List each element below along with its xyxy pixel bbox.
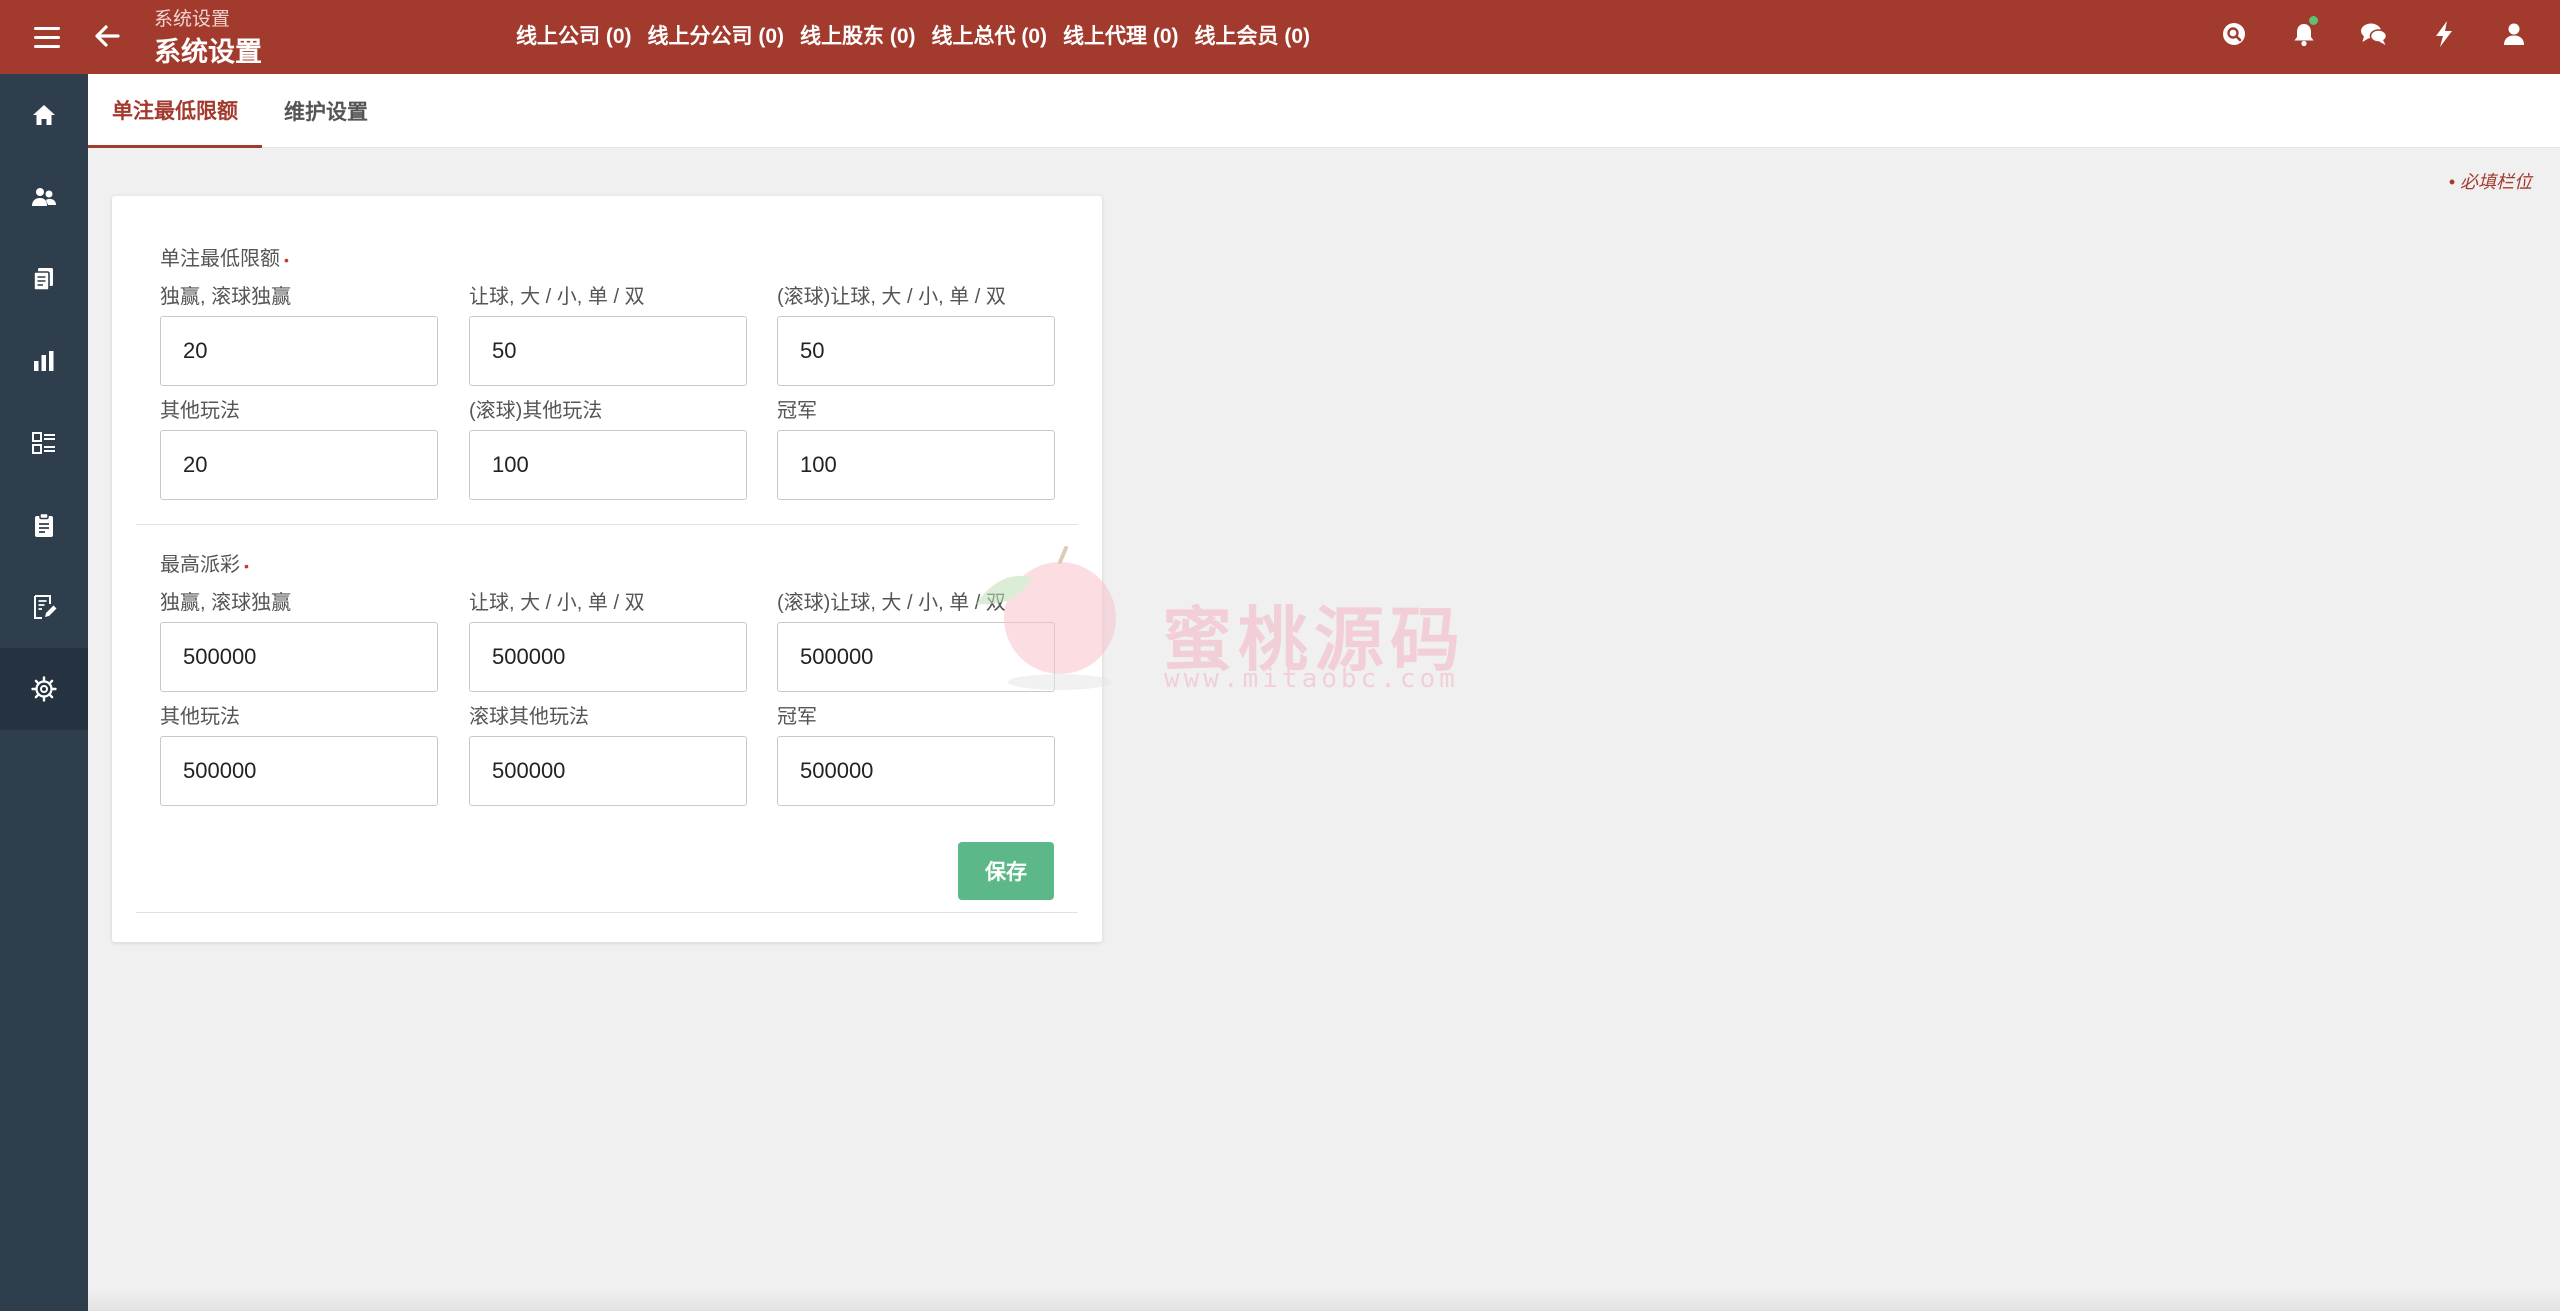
page-title: 系统设置 bbox=[154, 37, 262, 67]
min-bet-other-input[interactable] bbox=[160, 430, 438, 500]
sidebar-item-notes[interactable] bbox=[0, 566, 88, 648]
max-payout-live-handicap-input[interactable] bbox=[777, 622, 1055, 692]
online-general-agent-link[interactable]: 线上总代 (0) bbox=[932, 20, 1048, 50]
max-payout-live-other-input[interactable] bbox=[469, 736, 747, 806]
tab-min-bet-limit[interactable]: 单注最低限额 bbox=[88, 74, 262, 148]
max-payout-moneyline-input[interactable] bbox=[160, 622, 438, 692]
online-counters: 线上公司 (0) 线上分公司 (0) 线上股东 (0) 线上总代 (0) 线上代… bbox=[516, 20, 1310, 50]
online-shareholder-link[interactable]: 线上股东 (0) bbox=[800, 20, 916, 50]
field-label: 冠军 bbox=[777, 706, 817, 728]
home-icon bbox=[33, 105, 55, 125]
online-member-link[interactable]: 线上会员 (0) bbox=[1195, 20, 1311, 50]
online-company-link[interactable]: 线上公司 (0) bbox=[516, 20, 632, 50]
user-icon[interactable] bbox=[2494, 14, 2534, 54]
section-title-min-bet: 单注最低限额 • bbox=[160, 248, 289, 270]
field-label: 滚球其他玩法 bbox=[469, 706, 589, 728]
max-payout-champion-input[interactable] bbox=[777, 736, 1055, 806]
required-fields-note: • 必填栏位 bbox=[2448, 172, 2532, 192]
sidebar-item-documents[interactable] bbox=[0, 238, 88, 320]
clipboard-icon bbox=[35, 512, 53, 537]
sidebar-item-users[interactable] bbox=[0, 156, 88, 238]
field-label: 其他玩法 bbox=[160, 706, 240, 728]
section-title-max-payout: 最高派彩 • bbox=[160, 554, 249, 576]
required-marker: • bbox=[244, 557, 249, 574]
min-bet-moneyline-input[interactable] bbox=[160, 316, 438, 386]
field-label: (滚球)让球, 大 / 小, 单 / 双 bbox=[777, 592, 1006, 614]
min-bet-handicap-input[interactable] bbox=[469, 316, 747, 386]
max-payout-handicap-input[interactable] bbox=[469, 622, 747, 692]
field-label: 让球, 大 / 小, 单 / 双 bbox=[469, 286, 645, 308]
footer-divider bbox=[136, 912, 1078, 913]
documents-icon bbox=[33, 268, 53, 291]
bell-icon[interactable] bbox=[2284, 14, 2324, 54]
min-bet-live-other-input[interactable] bbox=[469, 430, 747, 500]
sidebar-item-list[interactable] bbox=[0, 402, 88, 484]
sidebar-item-reports[interactable] bbox=[0, 320, 88, 402]
notification-dot bbox=[2309, 16, 2318, 25]
required-marker: • bbox=[284, 251, 289, 268]
list-icon bbox=[32, 432, 55, 454]
sidebar-item-clipboard[interactable] bbox=[0, 484, 88, 566]
breadcrumb: 系统设置 bbox=[154, 9, 231, 30]
tab-maintenance-settings[interactable]: 维护设置 bbox=[260, 74, 392, 148]
online-branch-link[interactable]: 线上分公司 (0) bbox=[648, 20, 785, 50]
max-payout-other-input[interactable] bbox=[160, 736, 438, 806]
back-arrow-icon[interactable] bbox=[88, 16, 128, 56]
edit-note-icon bbox=[34, 595, 57, 619]
sidebar-item-home[interactable] bbox=[0, 74, 88, 156]
search-icon[interactable] bbox=[2214, 14, 2254, 54]
field-label: 让球, 大 / 小, 单 / 双 bbox=[469, 592, 645, 614]
field-label: 其他玩法 bbox=[160, 400, 240, 422]
min-bet-live-handicap-input[interactable] bbox=[777, 316, 1055, 386]
online-agent-link[interactable]: 线上代理 (0) bbox=[1063, 20, 1179, 50]
field-label: 独赢, 滚球独赢 bbox=[160, 592, 292, 614]
field-label: 独赢, 滚球独赢 bbox=[160, 286, 292, 308]
header-tools bbox=[2214, 14, 2534, 54]
chat-icon[interactable] bbox=[2354, 14, 2394, 54]
watermark-text: 蜜桃源码 bbox=[1162, 601, 1466, 679]
sidebar-item-settings[interactable] bbox=[0, 648, 88, 730]
users-icon bbox=[32, 188, 56, 206]
settings-icon bbox=[31, 676, 57, 702]
section-divider bbox=[136, 524, 1078, 525]
bottom-edge bbox=[88, 1290, 2560, 1311]
field-label: 冠军 bbox=[777, 400, 817, 422]
tab-bar: 单注最低限额 维护设置 bbox=[88, 74, 2560, 148]
lightning-icon[interactable] bbox=[2424, 14, 2464, 54]
menu-icon[interactable] bbox=[28, 18, 66, 56]
field-label: (滚球)让球, 大 / 小, 单 / 双 bbox=[777, 286, 1006, 308]
chart-icon bbox=[34, 351, 54, 371]
settings-card: 单注最低限额• 独赢, 滚球独赢 让球, 大 / 小, 单 / 双 (滚球)让球… bbox=[112, 196, 1102, 942]
top-bar: 系统设置 系统设置 线上公司 (0) 线上分公司 (0) 线上股东 (0) 线上… bbox=[0, 0, 2560, 74]
min-bet-champion-input[interactable] bbox=[777, 430, 1055, 500]
sidebar bbox=[0, 74, 88, 1311]
save-button[interactable]: 保存 bbox=[958, 842, 1054, 900]
watermark-url: www.mitaobc.com bbox=[1164, 664, 1459, 694]
field-label: (滚球)其他玩法 bbox=[469, 400, 603, 422]
